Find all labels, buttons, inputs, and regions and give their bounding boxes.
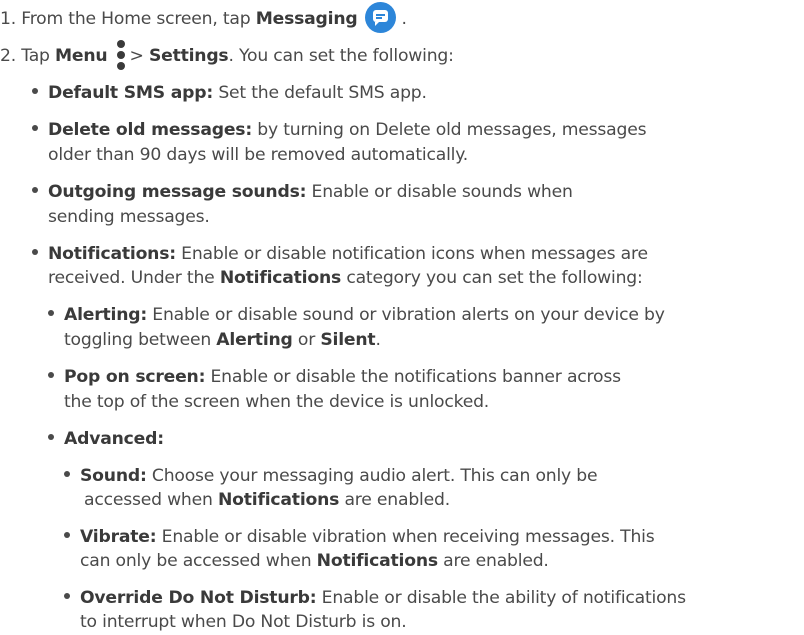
bullet-dot: [48, 434, 54, 441]
item-text: Enable or disable sound or vibration ale…: [147, 305, 665, 326]
item-bold: Alerting: [216, 329, 293, 350]
bullet-dot: [32, 248, 38, 255]
item-label: Default SMS app:: [48, 83, 214, 104]
item-text: category you can set the following:: [341, 267, 643, 288]
item-alerting-cont: toggling between Alerting or Silent.: [64, 327, 381, 353]
item-sound-cont: accessed when Notifications are enabled.: [84, 487, 450, 513]
item-text: received. Under the: [48, 267, 220, 288]
item-text: Enable or disable vibration when receivi…: [156, 526, 655, 547]
item-notifications-cont: received. Under the Notifications catego…: [48, 265, 643, 291]
step-2-menu: Menu: [55, 46, 108, 67]
item-text: toggling between: [64, 329, 217, 350]
step-2-prefix: 2. Tap: [0, 46, 56, 67]
item-sound: Sound: Choose your messaging audio alert…: [64, 463, 598, 489]
item-alerting: Alerting: Enable or disable sound or vib…: [48, 302, 665, 328]
menu-icon: [117, 40, 126, 70]
item-label: Sound:: [80, 466, 147, 487]
messaging-icon: [365, 2, 397, 33]
item-vibrate-cont: can only be accessed when Notifications …: [80, 548, 549, 574]
item-text: .: [375, 329, 381, 350]
item-label: Alerting:: [64, 305, 148, 326]
item-text: Enable or disable the notifications bann…: [205, 367, 622, 388]
step-2: 2. Tap Menu: [0, 43, 108, 69]
step-1: 1. From the Home screen, tap Messaging: [0, 6, 358, 32]
item-text: accessed when: [84, 490, 218, 511]
item-advanced: Advanced:: [48, 426, 164, 452]
bullet-dot: [32, 125, 38, 132]
item-text: can only be accessed when: [80, 550, 317, 571]
item-text: by turning on Delete old messages, messa…: [252, 120, 647, 141]
step-2-suffix: . You can set the following:: [228, 46, 454, 67]
bullet-dot: [48, 372, 54, 379]
instructions-page: 1. From the Home screen, tap Messaging .…: [0, 0, 804, 632]
bullet-dot: [48, 310, 54, 317]
item-text: are enabled.: [437, 550, 549, 571]
item-text: Enable or disable sounds when: [306, 182, 573, 203]
step-2-rest: > Settings. You can set the following:: [129, 43, 453, 69]
item-pop: Pop on screen: Enable or disable the not…: [48, 364, 621, 390]
bullet-dot: [32, 187, 38, 194]
item-text: are enabled.: [339, 490, 450, 511]
item-text: Choose your messaging audio alert. This …: [146, 466, 598, 487]
item-label: Notifications:: [48, 243, 176, 264]
item-outgoing-cont: sending messages.: [48, 206, 210, 227]
item-default-sms: Default SMS app: Set the default SMS app…: [32, 80, 427, 106]
step-1-prefix: 1. From the Home screen, tap: [0, 8, 256, 29]
item-bold: Notifications: [316, 550, 438, 571]
item-label: Advanced:: [64, 429, 164, 450]
step-1-suffix: .: [401, 8, 407, 29]
item-bold: Notifications: [217, 490, 340, 511]
item-bold: Silent: [320, 329, 376, 350]
message-bubble: [373, 10, 389, 26]
item-pop-cont: the top of the screen when the device is…: [64, 391, 490, 412]
item-dnd: Override Do Not Disturb: Enable or disab…: [64, 585, 686, 611]
item-bold: Notifications: [219, 267, 342, 288]
item-text: or: [292, 329, 321, 350]
bullet-dot: [64, 531, 70, 538]
bullet-dot: [64, 592, 70, 599]
item-outgoing: Outgoing message sounds: Enable or disab…: [32, 179, 573, 205]
item-label: Override Do Not Disturb:: [80, 587, 317, 608]
item-label: Pop on screen:: [64, 367, 206, 388]
item-label: Delete old messages:: [48, 120, 253, 141]
bullet-dot: [32, 88, 38, 95]
item-text: Enable or disable the ability of notific…: [316, 587, 686, 608]
item-delete-old: Delete old messages: by turning on Delet…: [32, 117, 647, 143]
item-text: Enable or disable notification icons whe…: [175, 243, 648, 264]
item-vibrate: Vibrate: Enable or disable vibration whe…: [64, 524, 655, 550]
item-notifications: Notifications: Enable or disable notific…: [32, 241, 648, 267]
step-2-gt: >: [129, 46, 149, 67]
item-delete-old-cont: older than 90 days will be removed autom…: [48, 144, 469, 165]
item-label: Vibrate:: [80, 526, 157, 547]
step-2-settings: Settings: [148, 46, 229, 67]
step-1-messaging: Messaging: [255, 8, 358, 29]
bullet-dot: [64, 471, 70, 478]
item-text: Set the default SMS app.: [213, 83, 427, 104]
item-label: Outgoing message sounds:: [48, 182, 307, 203]
